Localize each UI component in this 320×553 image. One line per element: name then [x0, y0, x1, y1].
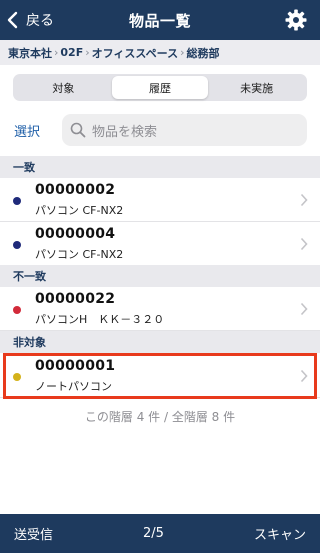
- status-dot: [13, 373, 21, 381]
- segment-target[interactable]: 対象: [15, 76, 112, 99]
- item-id: 00000001: [35, 358, 116, 374]
- status-dot: [13, 197, 21, 205]
- section-header-match: 一致: [0, 156, 320, 178]
- chevron-left-icon: [7, 11, 18, 29]
- chevron-right-icon: [300, 237, 308, 251]
- app: 戻る 物品一覧 東京本社 › 02F › オフィススペース › 総務部 対象 履…: [0, 0, 320, 553]
- item-name: パソコン CF-NX2: [35, 204, 124, 217]
- chevron-right-icon: [300, 193, 308, 207]
- gear-icon[interactable]: [284, 8, 308, 32]
- item-id: 00000002: [35, 182, 116, 198]
- item-name: ノートパソコン: [35, 380, 112, 393]
- breadcrumb-chevron-icon: ›: [85, 46, 90, 59]
- select-button[interactable]: 選択: [14, 121, 40, 140]
- page-indicator: 2/5: [143, 526, 164, 541]
- section-header-non-target: 非対象: [0, 331, 320, 353]
- back-button[interactable]: 戻る: [6, 0, 54, 40]
- item-count: この階層 4 件 / 全階層 8 件: [84, 410, 236, 424]
- breadcrumb-chevron-icon: ›: [54, 46, 59, 59]
- search-input[interactable]: 物品を検索: [62, 114, 307, 146]
- send-receive-button[interactable]: 送受信: [14, 524, 53, 543]
- breadcrumb-item-4[interactable]: 総務部: [187, 45, 220, 61]
- breadcrumb-chevron-icon: ›: [180, 46, 185, 59]
- segment-history[interactable]: 履歴: [111, 76, 209, 99]
- breadcrumb-item-3[interactable]: オフィススペース: [92, 45, 178, 61]
- item-name: パソコンH ＫＫ－３２０: [35, 313, 165, 326]
- breadcrumb: 東京本社 › 02F › オフィススペース › 総務部: [0, 40, 320, 65]
- bottom-toolbar: 送受信 2/5 スキャン: [0, 514, 320, 553]
- section-header-mismatch: 不一致: [0, 265, 320, 287]
- search-placeholder: 物品を検索: [92, 124, 158, 140]
- back-label: 戻る: [26, 13, 54, 29]
- nav-bar: 戻る 物品一覧: [0, 0, 320, 40]
- page-title: 物品一覧: [128, 11, 191, 30]
- chevron-right-icon: [300, 369, 308, 383]
- list-item[interactable]: 00000001 ノートパソコン: [0, 354, 320, 398]
- item-id: 00000022: [35, 291, 116, 307]
- segmented-control: 対象 履歴 未実施: [13, 74, 307, 101]
- item-id: 00000004: [35, 226, 116, 242]
- list-item[interactable]: 00000002 パソコン CF-NX2: [0, 178, 320, 222]
- breadcrumb-item-2[interactable]: 02F: [60, 46, 83, 59]
- search-icon: [70, 122, 86, 138]
- list-item[interactable]: 00000022 パソコンH ＫＫ－３２０: [0, 287, 320, 331]
- status-dot: [13, 306, 21, 314]
- segment-unperformed[interactable]: 未実施: [208, 76, 305, 99]
- list-item[interactable]: 00000004 パソコン CF-NX2: [0, 222, 320, 266]
- item-name: パソコン CF-NX2: [35, 248, 124, 261]
- breadcrumb-item-1[interactable]: 東京本社: [8, 45, 52, 61]
- chevron-right-icon: [300, 302, 308, 316]
- scan-button[interactable]: スキャン: [254, 524, 306, 543]
- status-dot: [13, 241, 21, 249]
